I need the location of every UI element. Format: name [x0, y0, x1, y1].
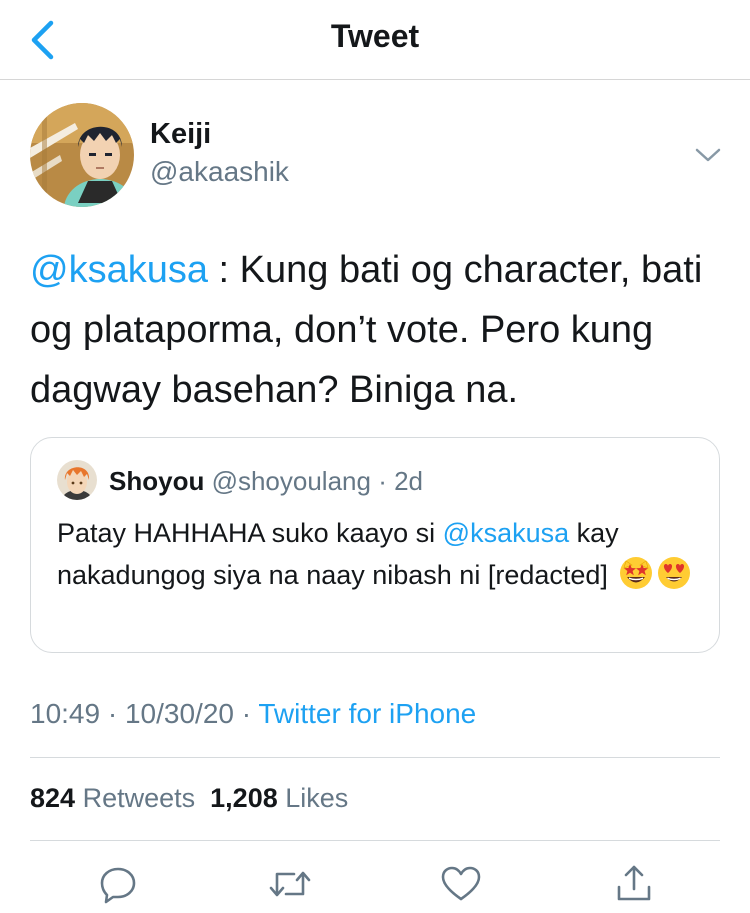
tweet-source-link[interactable]: Twitter for iPhone: [258, 698, 476, 729]
quoted-mention-link[interactable]: @ksakusa: [443, 518, 569, 548]
nav-header: Tweet: [0, 0, 750, 80]
tweet-text: @ksakusa : Kung bati og character, bati …: [30, 240, 730, 420]
share-button[interactable]: [612, 862, 656, 906]
quoted-author-name: Shoyou: [109, 466, 205, 496]
likes-label[interactable]: Likes: [285, 783, 348, 813]
divider: [30, 757, 720, 758]
author-avatar[interactable]: [30, 103, 134, 207]
meta-separator: ·: [233, 698, 259, 729]
tweet-time: 10:49: [30, 698, 101, 729]
quoted-text: Patay HAHHAHA suko kaayo si @ksakusa kay…: [57, 512, 697, 596]
chevron-down-icon: [695, 148, 721, 162]
like-icon: [441, 866, 481, 901]
retweet-button[interactable]: [268, 862, 312, 906]
retweets-label[interactable]: Retweets: [83, 783, 196, 813]
meta-separator: ·: [100, 698, 125, 729]
reply-button[interactable]: [96, 862, 140, 906]
tweet-meta: 10:49 · 10/30/20 · Twitter for iPhone: [30, 698, 476, 730]
likes-count[interactable]: 1,208: [210, 783, 278, 813]
heart-eyes-emoji-icon: [657, 556, 691, 590]
quoted-text-before: Patay HAHHAHA suko kaayo si: [57, 518, 443, 548]
author-name[interactable]: Keiji: [150, 118, 211, 151]
quoted-tweet-card[interactable]: Shoyou @shoyoulang · 2d Patay HAHHAHA su…: [30, 437, 720, 653]
like-button[interactable]: [439, 862, 483, 906]
divider: [30, 840, 720, 841]
quoted-separator: ·: [370, 466, 395, 496]
page-title: Tweet: [330, 18, 420, 54]
quoted-author-handle: @shoyoulang: [211, 466, 371, 496]
tweet-date: 10/30/20: [124, 698, 234, 729]
reply-icon: [100, 867, 136, 904]
share-icon: [617, 865, 651, 901]
quoted-author-avatar: [57, 460, 97, 500]
author-handle[interactable]: @akaashik: [150, 156, 289, 188]
quoted-header: Shoyou @shoyoulang · 2d: [109, 466, 423, 497]
quoted-timestamp: 2d: [394, 466, 423, 496]
tweet-stats: 824 Retweets 1,208 Likes: [30, 783, 348, 814]
star-struck-emoji-icon: [619, 556, 653, 590]
more-options-button[interactable]: [690, 140, 726, 170]
retweet-icon: [269, 871, 311, 897]
retweets-count[interactable]: 824: [30, 783, 75, 813]
mention-link[interactable]: @ksakusa: [30, 249, 208, 291]
